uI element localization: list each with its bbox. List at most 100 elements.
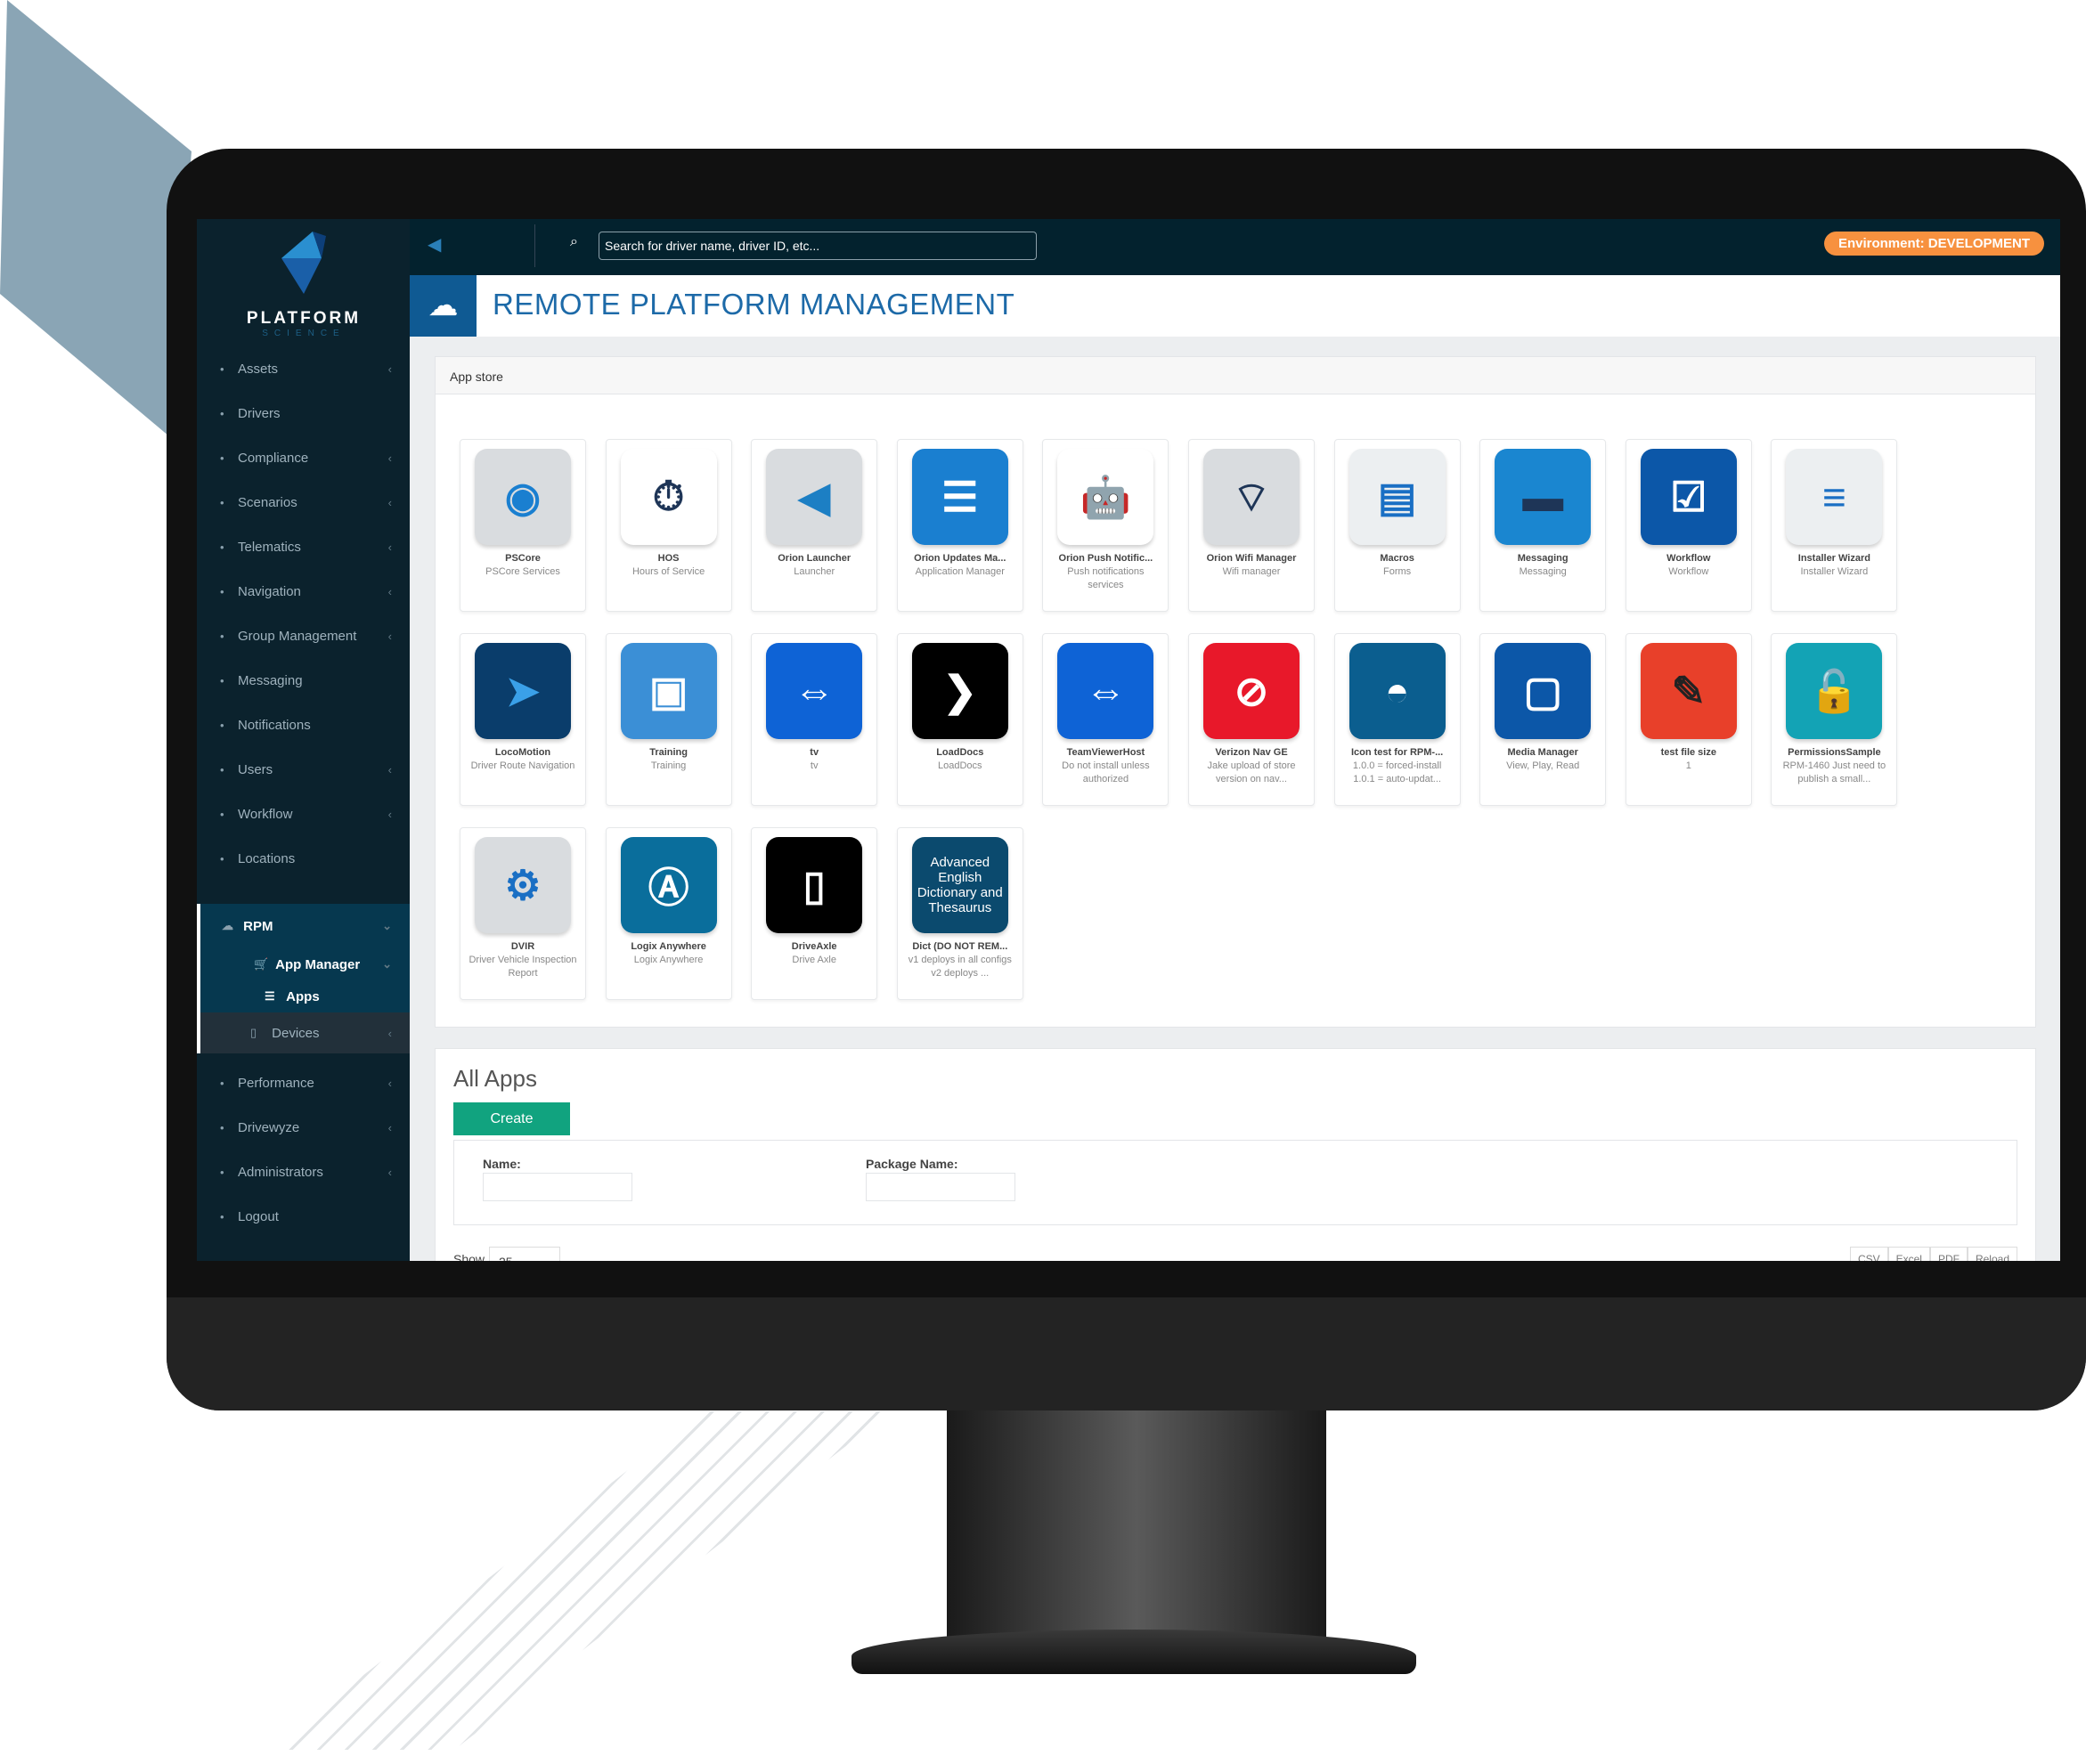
- export-reload-button[interactable]: Reload: [1967, 1247, 2017, 1261]
- sidebar-item-apps[interactable]: ☰ Apps: [197, 980, 410, 1012]
- app-tile[interactable]: ▢ Media Manager View, Play, Read: [1479, 633, 1607, 806]
- map-pin-icon: •: [220, 851, 224, 866]
- app-screen: PLATFORM SCIENCE • Assets ‹ • Drivers • Compli…: [197, 219, 2060, 1261]
- sidebar-item-notifications[interactable]: • Notifications: [197, 703, 410, 747]
- app-tile[interactable]: ≡ Installer Wizard Installer Wizard: [1771, 439, 1898, 612]
- cloud-icon: ☁: [410, 275, 477, 337]
- app-tile[interactable]: ▯ DriveAxle Drive Axle: [751, 827, 878, 1000]
- app-name: test file size: [1660, 747, 1716, 758]
- sidebar-item-label: Scenarios: [238, 494, 297, 510]
- app-description: Installer Wizard: [1800, 566, 1869, 577]
- sidebar-item-navigation[interactable]: • Navigation ‹: [197, 569, 410, 614]
- app-description: RPM-1460 Just need to publish a small...: [1782, 760, 1886, 784]
- app-description: Drive Axle: [792, 955, 836, 965]
- export-csv-button[interactable]: CSV: [1849, 1247, 1888, 1261]
- platform-science-logo[interactable]: PLATFORM SCIENCE: [241, 232, 366, 338]
- cart-icon: 🛒: [254, 957, 269, 971]
- name-input[interactable]: [483, 1173, 632, 1201]
- app-tile[interactable]: ⊘ Verizon Nav GE Jake upload of store vers…: [1188, 633, 1315, 806]
- app-icon: ➤: [475, 643, 571, 739]
- app-tile[interactable]: Ⓐ Logix Anywhere Logix Anywhere: [605, 827, 732, 1000]
- sidebar-item-logout[interactable]: • Logout: [197, 1194, 410, 1239]
- app-name: DVIR: [510, 941, 535, 952]
- app-tile[interactable]: ◀ Orion Launcher Launcher: [751, 439, 878, 612]
- sidebar-item-assets[interactable]: • Assets ‹: [197, 346, 410, 391]
- app-tile[interactable]: ◓ Icon test for RPM-... 1.0.0 = forced-ins…: [1333, 633, 1461, 806]
- app-tile[interactable]: ◉ PSCore PSCore Services: [460, 439, 586, 612]
- sidebar-item-label: Drivers: [238, 405, 281, 421]
- sidebar-item-messaging[interactable]: • Messaging: [197, 658, 410, 703]
- app-description: tv: [810, 760, 819, 771]
- app-tile[interactable]: ⇔ TeamViewerHost Do not install unless aut…: [1042, 633, 1169, 806]
- app-tile[interactable]: ▣ Training Training: [605, 633, 732, 806]
- sidebar-item-telematics[interactable]: • Telematics ‹: [197, 524, 410, 569]
- app-icon: ⊘: [1203, 643, 1300, 739]
- logo-word: PLATFORM: [246, 309, 362, 328]
- app-icon: ⌔: [1203, 449, 1300, 545]
- app-tile[interactable]: ☰ Orion Updates Ma... Application Manager: [896, 439, 1023, 612]
- all-apps-heading: All Apps: [453, 1065, 537, 1092]
- sidebar-item-label: Apps: [286, 988, 320, 1004]
- sidebar-item-label: Messaging: [238, 672, 303, 688]
- app-tile[interactable]: ☑ Workflow Workflow: [1625, 439, 1752, 612]
- sidebar-item-devices[interactable]: ▯ Devices ‹: [197, 1012, 410, 1053]
- search-input[interactable]: [599, 232, 1037, 260]
- app-description: Driver Vehicle Inspection Report: [469, 955, 577, 979]
- create-button[interactable]: Create: [453, 1102, 570, 1135]
- sidebar-item-rpm[interactable]: ☁ RPM ⌄: [197, 904, 410, 948]
- app-tile[interactable]: ⏱ HOS Hours of Service: [605, 439, 732, 612]
- app-tile[interactable]: ➤ LocoMotion Driver Route Navigation: [460, 633, 586, 806]
- chevron-left-icon: ‹: [387, 629, 392, 643]
- sidebar-item-compliance[interactable]: • Compliance ‹: [197, 435, 410, 480]
- all-apps-panel: All Apps Create Name: Package Name: Show…: [435, 1048, 2036, 1261]
- filter-form: Name: Package Name:: [453, 1140, 2017, 1225]
- app-name: TeamViewerHost: [1066, 747, 1145, 758]
- app-name: Orion Updates Ma...: [914, 553, 1006, 564]
- app-tile[interactable]: ⇔ tv tv: [751, 633, 878, 806]
- app-name: LocoMotion: [494, 747, 551, 758]
- sidebar-item-scenarios[interactable]: • Scenarios ‹: [197, 480, 410, 524]
- logo-sub: SCIENCE: [262, 329, 346, 338]
- logout-icon: •: [220, 1209, 224, 1223]
- app-description: Do not install unless authorized: [1062, 760, 1150, 784]
- truck-icon: •: [220, 362, 224, 376]
- app-tile[interactable]: ✎ test file size 1: [1625, 633, 1752, 806]
- app-icon: ⚙: [475, 837, 571, 933]
- tablet-icon: ▯: [250, 1026, 257, 1039]
- app-tile[interactable]: 🔓 PermissionsSample RPM-1460 Just need to …: [1771, 633, 1898, 806]
- package-name-input[interactable]: [866, 1173, 1015, 1201]
- export-excel-button[interactable]: Excel: [1887, 1247, 1930, 1261]
- export-pdf-button[interactable]: PDF: [1929, 1247, 1968, 1261]
- sidebar-item-label: Devices: [272, 1025, 320, 1041]
- sidebar-item-locations[interactable]: • Locations: [197, 836, 410, 881]
- sidebar-item-drivers[interactable]: • Drivers: [197, 391, 410, 435]
- app-tile[interactable]: ▤ Macros Forms: [1333, 439, 1461, 612]
- sidebar-item-label: Notifications: [238, 717, 311, 733]
- sidebar-item-app-manager[interactable]: 🛒 App Manager ⌄: [197, 948, 410, 980]
- sidebar-item-users[interactable]: • Users ‹: [197, 747, 410, 792]
- sidebar-item-performance[interactable]: • Performance ‹: [197, 1061, 410, 1105]
- page-header: ☁ REMOTE PLATFORM MANAGEMENT: [410, 275, 2060, 337]
- app-name: Training: [649, 747, 688, 758]
- app-tile[interactable]: ▬ Messaging Messaging: [1479, 439, 1607, 612]
- sidebar-item-group-management[interactable]: • Group Management ‹: [197, 614, 410, 658]
- sidebar-item-administrators[interactable]: • Administrators ‹: [197, 1150, 410, 1194]
- app-tile[interactable]: ❯ LoadDocs LoadDocs: [896, 633, 1023, 806]
- sidebar-item-drivewyze[interactable]: • Drivewyze ‹: [197, 1105, 410, 1150]
- sidebar-item-label: Drivewyze: [238, 1119, 300, 1135]
- signal-icon: •: [220, 540, 224, 554]
- entries-select[interactable]: 25 ⌄ entries: [489, 1247, 560, 1261]
- small-logo-icon[interactable]: ◀: [428, 233, 441, 256]
- sidebar-item-workflow[interactable]: • Workflow ‹: [197, 792, 410, 836]
- chevron-left-icon: ‹: [387, 807, 392, 821]
- sidebar-item-label: Compliance: [238, 450, 309, 466]
- app-tile[interactable]: ⌔ Orion Wifi Manager Wifi manager: [1188, 439, 1315, 612]
- sidebar-item-label: Workflow: [238, 806, 293, 822]
- sidebar-item-label: Group Management: [238, 628, 357, 644]
- app-description: 1: [1685, 760, 1691, 771]
- app-tile[interactable]: 🤖 Orion Push Notific... Push notifications…: [1042, 439, 1169, 612]
- sidebar-item-label: Assets: [238, 361, 279, 377]
- app-tile[interactable]: ⚙ DVIR Driver Vehicle Inspection Report: [460, 827, 586, 1000]
- app-tile[interactable]: Advanced English Dictionary and Thesauru…: [896, 827, 1023, 1000]
- app-icon: ⇔: [766, 643, 863, 739]
